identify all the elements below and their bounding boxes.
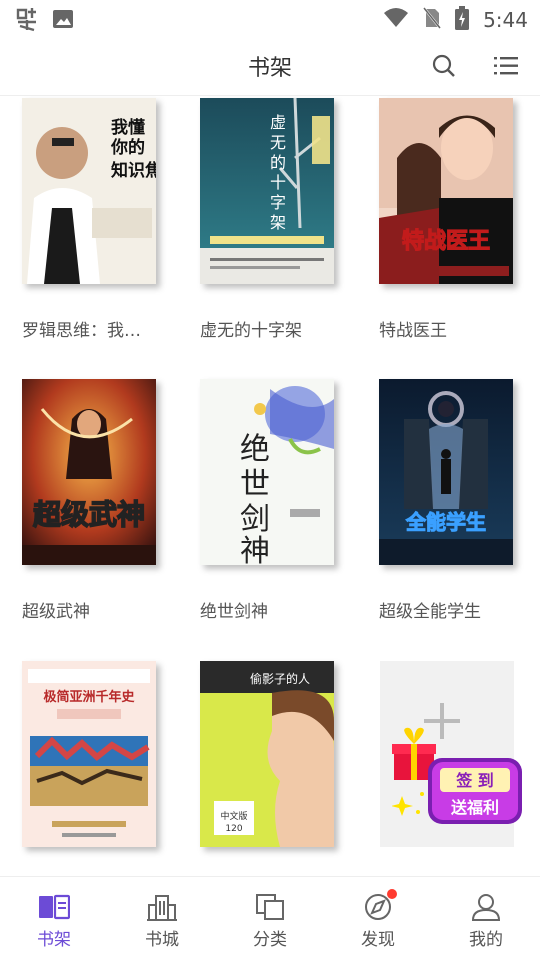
book-title: 特战医王 (379, 321, 447, 341)
svg-text:你的: 你的 (110, 137, 145, 158)
nav-tab-discover[interactable]: 发现 (324, 877, 432, 960)
book-title: 超级全能学生 (379, 602, 481, 622)
book-cover[interactable]: 我懂 你的 知识焦虑 (22, 98, 156, 284)
svg-text:特战医王: 特战医王 (402, 228, 490, 254)
wifi-icon (383, 7, 409, 33)
bookshelf-icon (39, 894, 70, 920)
book-item[interactable]: 我懂 你的 知识焦虑 罗辑思维：我… (22, 98, 162, 341)
nav-tab-profile[interactable]: 我的 (432, 877, 540, 960)
svg-text:神: 神 (240, 534, 270, 565)
nav-tab-bookstore[interactable]: 书城 (108, 877, 216, 960)
book-title: 罗辑思维：我… (22, 321, 141, 341)
book-item[interactable]: 绝 世 剑 神 绝世剑神 (200, 379, 340, 622)
svg-text:世: 世 (240, 467, 270, 502)
notification-dot (387, 889, 397, 899)
image-icon (52, 8, 74, 34)
clock-text: 5:44 (483, 8, 528, 32)
book-cover[interactable]: 超级武神 (22, 379, 156, 565)
category-icon (256, 894, 284, 920)
nav-label: 分类 (253, 930, 287, 950)
book-cover[interactable]: 全能学生 (379, 379, 513, 565)
nav-tab-category[interactable]: 分类 (216, 877, 324, 960)
svg-text:中文版: 中文版 (220, 810, 247, 822)
svg-text:十: 十 (270, 173, 286, 192)
svg-text:全能学生: 全能学生 (405, 510, 486, 534)
svg-text:虚: 虚 (270, 113, 286, 132)
battery-icon (455, 6, 470, 34)
status-bar: 5:44 (0, 0, 540, 36)
search-icon (432, 54, 455, 77)
svg-text:剑: 剑 (240, 502, 270, 537)
book-item[interactable]: 超级武神 超级武神 (22, 379, 162, 622)
book-item[interactable]: 偷影子的人 中文版 120 (200, 661, 340, 876)
bug-icon (14, 6, 40, 36)
nav-label: 发现 (361, 930, 395, 950)
book-item[interactable]: 极简亚洲千年史 (22, 661, 162, 876)
header-bar: 书架 (0, 36, 540, 96)
nav-label: 我的 (469, 930, 503, 950)
book-cover[interactable]: 极简亚洲千年史 (22, 661, 156, 847)
book-title: 绝世剑神 (200, 602, 268, 622)
svg-text:我懂: 我懂 (111, 117, 145, 138)
book-cover[interactable]: 偷影子的人 中文版 120 (200, 661, 334, 847)
bottom-navigation: 书架 书城 分类 发现 我的 (0, 876, 540, 960)
user-icon (471, 894, 501, 921)
city-building-icon (147, 895, 177, 921)
svg-text:字: 字 (270, 193, 286, 212)
svg-text:超级武神: 超级武神 (33, 498, 145, 531)
sign-in-reward-badge[interactable]: 签 到 送福利 (391, 716, 524, 828)
list-menu-button[interactable] (492, 52, 520, 80)
svg-text:的: 的 (270, 153, 286, 172)
book-cover[interactable]: 虚 无 的 十 字 架 (200, 98, 334, 284)
svg-text:架: 架 (270, 213, 286, 232)
no-sim-icon (423, 7, 442, 33)
svg-text:偷影子的人: 偷影子的人 (250, 671, 310, 686)
list-icon (494, 57, 518, 75)
svg-text:知识焦虑: 知识焦虑 (110, 160, 156, 181)
sign-in-line2: 送福利 (450, 798, 499, 817)
book-title: 虚无的十字架 (200, 321, 302, 341)
book-item[interactable]: 全能学生 超级全能学生 (379, 379, 519, 622)
sign-in-line1: 签 到 (455, 771, 494, 790)
svg-text:120: 120 (225, 824, 242, 834)
nav-label: 书架 (37, 930, 71, 950)
svg-text:绝: 绝 (240, 432, 270, 467)
book-cover[interactable]: 特战医王 (379, 98, 513, 284)
svg-text:无: 无 (270, 133, 286, 152)
book-title: 超级武神 (22, 602, 90, 622)
search-button[interactable] (430, 52, 458, 80)
book-item[interactable]: 特战医王 特战医王 (379, 98, 519, 341)
nav-label: 书城 (145, 930, 179, 950)
book-cover[interactable]: 绝 世 剑 神 (200, 379, 334, 565)
svg-text:极简亚洲千年史: 极简亚洲千年史 (43, 689, 135, 705)
book-item[interactable]: 虚 无 的 十 字 架 虚无的十字架 (200, 98, 340, 341)
nav-tab-bookshelf[interactable]: 书架 (0, 877, 108, 960)
page-title: 书架 (247, 56, 292, 81)
